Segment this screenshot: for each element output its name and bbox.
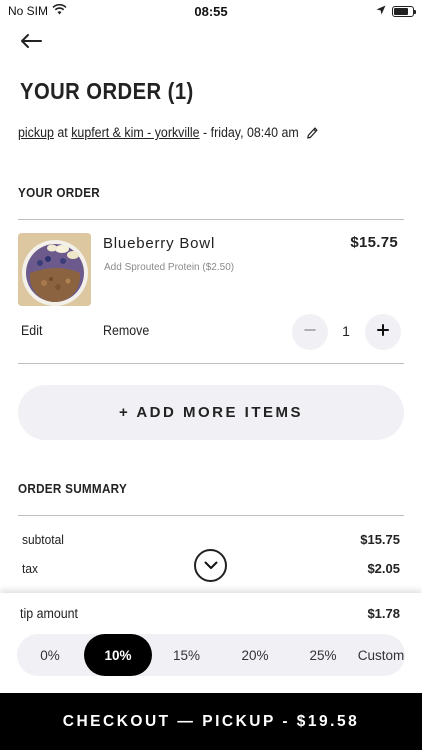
pickup-at-text: at (57, 125, 68, 140)
item-name: Blueberry Bowl (103, 235, 216, 252)
pickup-details: pickup at kupfert & kim - yorkville - fr… (18, 125, 319, 140)
tip-amount-label: tip amount (20, 606, 79, 621)
pickup-location-link[interactable]: kupfert & kim - yorkville (71, 125, 199, 140)
tip-option-custom[interactable]: Custom (357, 634, 405, 676)
item-image (18, 233, 91, 306)
tip-amount-value: $1.78 (367, 606, 400, 621)
carrier-text: No SIM (8, 4, 49, 18)
tip-option-25[interactable]: 25% (289, 634, 357, 676)
item-modifier: Add Sprouted Protein ($2.50) (104, 262, 235, 273)
tip-panel: tip amount $1.78 0% 10% 15% 20% 25% Cust… (0, 593, 422, 693)
add-more-items-button[interactable]: + ADD MORE ITEMS (18, 385, 404, 440)
summary-value: $15.75 (360, 532, 400, 547)
decrease-quantity-button[interactable] (292, 314, 328, 350)
tip-option-10[interactable]: 10% (84, 634, 152, 676)
chevron-down-icon (204, 557, 218, 575)
status-bar: No SIM 08:55 (0, 0, 422, 22)
your-order-heading: YOUR ORDER (18, 185, 101, 200)
increase-quantity-button[interactable] (365, 314, 401, 350)
page-title: YOUR ORDER (1) (20, 78, 194, 104)
pickup-time-text: - friday, 08:40 am (203, 125, 299, 140)
status-right (376, 4, 416, 18)
tip-options: 0% 10% 15% 20% 25% Custom (17, 634, 405, 676)
pickup-mode-link[interactable]: pickup (18, 125, 54, 140)
tip-option-0[interactable]: 0% (17, 634, 83, 676)
quantity-value: 1 (342, 323, 350, 339)
tip-option-20[interactable]: 20% (221, 634, 289, 676)
tip-option-15[interactable]: 15% (153, 634, 220, 676)
divider (18, 363, 404, 364)
divider (18, 515, 404, 516)
status-left: No SIM (8, 3, 67, 18)
arrow-left-icon (19, 33, 43, 54)
checkout-button[interactable]: CHECKOUT — PICKUP - $19.58 (0, 693, 422, 750)
minus-icon (304, 323, 316, 341)
summary-label: tax (22, 561, 38, 576)
wifi-icon (52, 3, 67, 18)
location-arrow-icon (376, 4, 386, 18)
summary-value: $2.05 (367, 561, 400, 576)
divider (18, 219, 404, 220)
order-summary-heading: ORDER SUMMARY (18, 481, 128, 496)
edit-item-button[interactable]: Edit (21, 323, 42, 338)
back-button[interactable] (16, 30, 46, 56)
pencil-icon[interactable] (306, 126, 319, 140)
scroll-down-button[interactable] (194, 549, 227, 582)
battery-icon (392, 5, 416, 17)
item-price: $15.75 (350, 234, 398, 251)
summary-row-subtotal: subtotal $15.75 (22, 532, 400, 547)
plus-icon (377, 323, 389, 341)
battery-fill (394, 7, 409, 15)
remove-item-button[interactable]: Remove (103, 323, 149, 338)
summary-label: subtotal (22, 532, 64, 547)
